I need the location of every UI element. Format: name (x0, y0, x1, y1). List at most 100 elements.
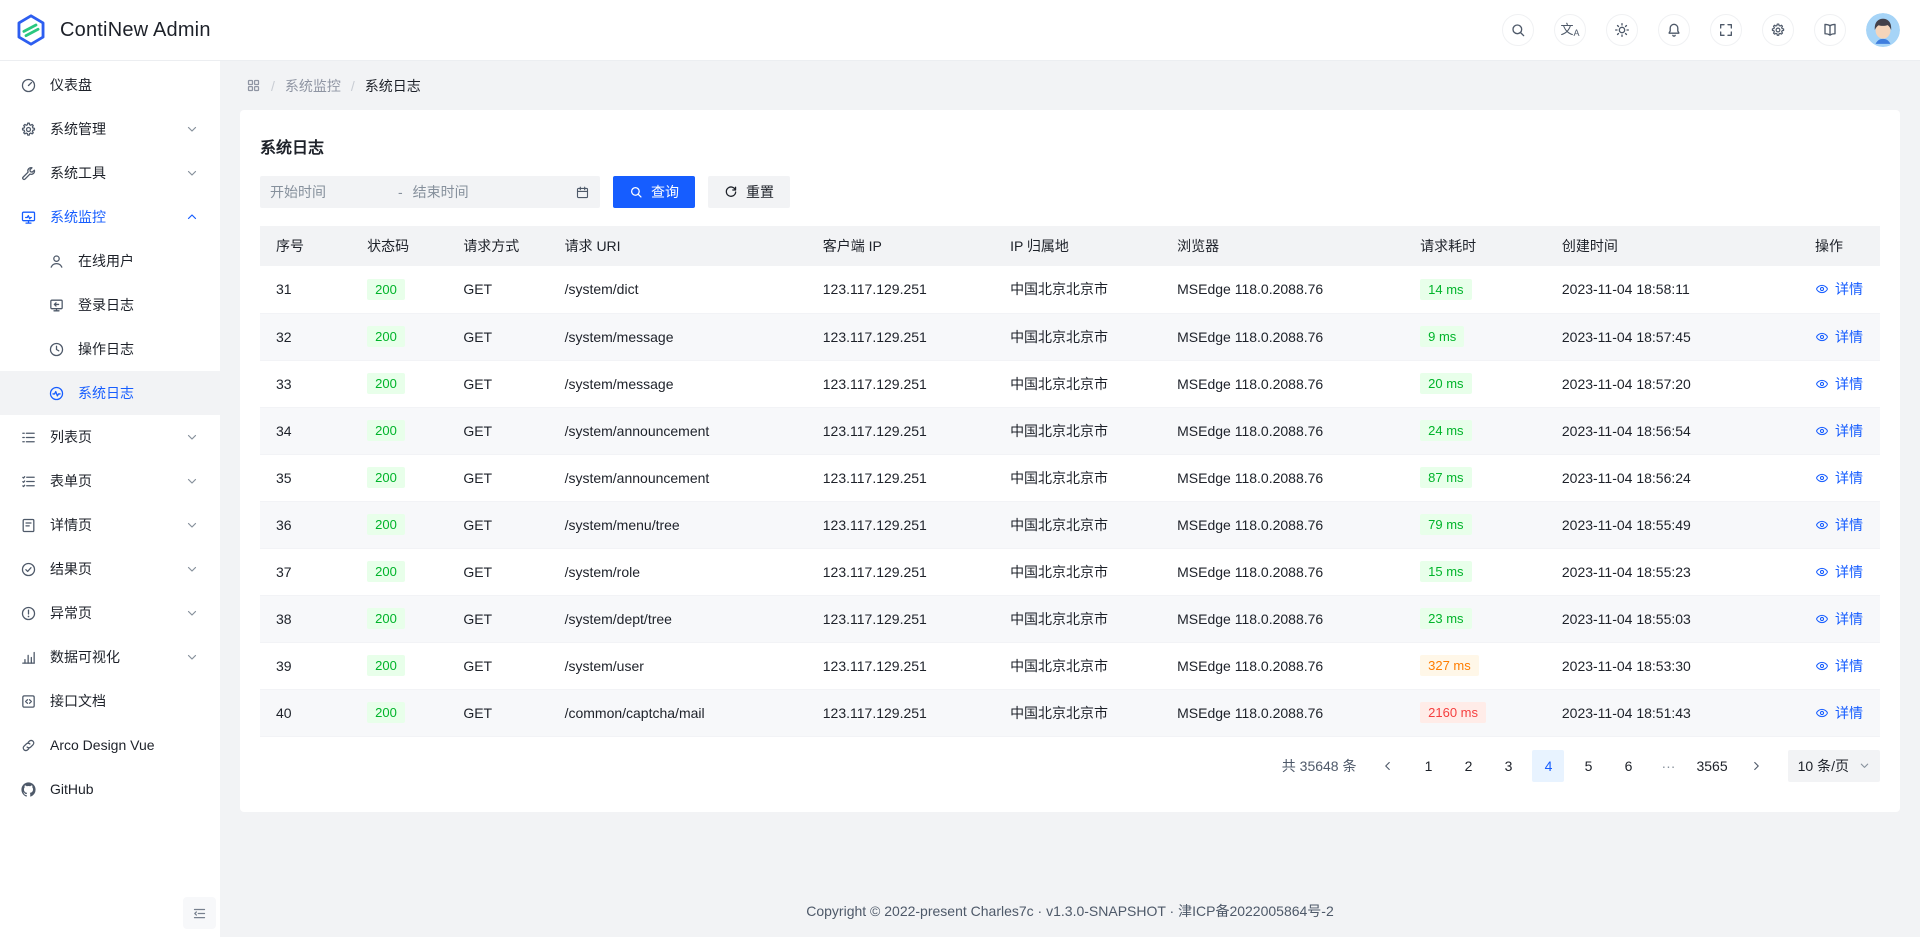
sidebar-item-login-log[interactable]: 登录日志 (0, 283, 220, 327)
pagination-page-1[interactable]: 1 (1412, 750, 1444, 782)
sidebar-item-system-monitor[interactable]: 系统监控 (0, 195, 220, 239)
cell-region: 中国北京北京市 (994, 313, 1161, 360)
cell-uri: /system/announcement (549, 454, 807, 501)
detail-link[interactable]: 详情 (1815, 279, 1863, 299)
elapsed-badge: 24 ms (1420, 420, 1471, 441)
sidebar-item-arco-design-vue[interactable]: Arco Design Vue (0, 723, 220, 767)
theme-toggle-button[interactable] (1606, 14, 1638, 46)
sidebar-item-form-page[interactable]: 表单页 (0, 459, 220, 503)
table-row: 37 200 GET /system/role 123.117.129.251 … (260, 548, 1880, 595)
breadcrumb-separator: / (271, 78, 275, 94)
start-time-input[interactable] (270, 184, 388, 200)
sidebar-item-system-management[interactable]: 系统管理 (0, 107, 220, 151)
pagination-page-5[interactable]: 5 (1572, 750, 1604, 782)
range-separator: - (392, 184, 409, 200)
cell-ip: 123.117.129.251 (807, 689, 994, 736)
sidebar-item-system-log[interactable]: 系统日志 (0, 371, 220, 415)
notifications-button[interactable] (1658, 14, 1690, 46)
sidebar-item-label: GitHub (50, 781, 94, 797)
date-range-picker[interactable]: - (260, 176, 600, 208)
logo-area[interactable]: ContiNew Admin (14, 13, 211, 47)
cell-uri: /common/captcha/mail (549, 689, 807, 736)
settings-button[interactable] (1762, 14, 1794, 46)
sidebar-item-label: 操作日志 (78, 339, 134, 359)
bell-icon (1666, 22, 1682, 38)
sidebar-item-list-page[interactable]: 列表页 (0, 415, 220, 459)
cell-created: 2023-11-04 18:58:11 (1546, 266, 1799, 313)
end-time-input[interactable] (413, 184, 531, 200)
apps-grid-icon[interactable] (246, 78, 261, 93)
calendar-icon (575, 185, 590, 200)
check-circle-icon (20, 561, 37, 578)
col-header-uri: 请求 URI (549, 226, 807, 266)
status-badge: 200 (367, 279, 405, 300)
cell-region: 中国北京北京市 (994, 407, 1161, 454)
detail-link[interactable]: 详情 (1815, 656, 1863, 676)
status-badge: 200 (367, 702, 405, 723)
detail-link-label: 详情 (1835, 562, 1863, 582)
detail-link[interactable]: 详情 (1815, 703, 1863, 723)
reset-button[interactable]: 重置 (708, 176, 790, 208)
status-badge: 200 (367, 373, 405, 394)
pagination-prev-button[interactable] (1372, 750, 1404, 782)
detail-link[interactable]: 详情 (1815, 374, 1863, 394)
sidebar-item-dashboard[interactable]: 仪表盘 (0, 63, 220, 107)
docs-button[interactable] (1814, 14, 1846, 46)
sidebar-item-system-tools[interactable]: 系统工具 (0, 151, 220, 195)
sidebar-item-result-page[interactable]: 结果页 (0, 547, 220, 591)
sidebar-item-data-visualization[interactable]: 数据可视化 (0, 635, 220, 679)
pagination-page-4-active[interactable]: 4 (1532, 750, 1564, 782)
pagination-page-3[interactable]: 3 (1492, 750, 1524, 782)
cell-browser: MSEdge 118.0.2088.76 (1161, 360, 1404, 407)
eye-icon (1815, 565, 1829, 579)
col-header-actions: 操作 (1799, 226, 1880, 266)
col-header-elapsed: 请求耗时 (1404, 226, 1546, 266)
detail-link[interactable]: 详情 (1815, 421, 1863, 441)
translate-button[interactable]: 文A (1554, 14, 1586, 46)
chevron-down-icon (186, 123, 198, 135)
sidebar-item-operation-log[interactable]: 操作日志 (0, 327, 220, 371)
detail-link[interactable]: 详情 (1815, 468, 1863, 488)
search-button[interactable] (1502, 14, 1534, 46)
page-title: 系统日志 (260, 134, 1880, 158)
sidebar-item-exception-page[interactable]: 异常页 (0, 591, 220, 635)
cell-method: GET (447, 689, 548, 736)
detail-link-label: 详情 (1835, 515, 1863, 535)
detail-link-label: 详情 (1835, 374, 1863, 394)
cell-browser: MSEdge 118.0.2088.76 (1161, 407, 1404, 454)
sidebar-item-label: 在线用户 (78, 251, 134, 271)
sidebar-item-api-docs[interactable]: 接口文档 (0, 679, 220, 723)
pagination-page-3565[interactable]: 3565 (1692, 750, 1731, 782)
status-badge: 200 (367, 467, 405, 488)
detail-link[interactable]: 详情 (1815, 515, 1863, 535)
pagination-next-button[interactable] (1740, 750, 1772, 782)
cell-ip: 123.117.129.251 (807, 360, 994, 407)
cell-ip: 123.117.129.251 (807, 642, 994, 689)
pagination-page-6[interactable]: 6 (1612, 750, 1644, 782)
elapsed-badge: 20 ms (1420, 373, 1471, 394)
sidebar-collapse-button[interactable] (183, 897, 216, 929)
fullscreen-button[interactable] (1710, 14, 1742, 46)
pagination-page-2[interactable]: 2 (1452, 750, 1484, 782)
sidebar-item-detail-page[interactable]: 详情页 (0, 503, 220, 547)
detail-link[interactable]: 详情 (1815, 609, 1863, 629)
search-button[interactable]: 查询 (613, 176, 695, 208)
table-row: 32 200 GET /system/message 123.117.129.2… (260, 313, 1880, 360)
breadcrumb: / 系统监控 / 系统日志 (220, 61, 1920, 110)
document-icon (20, 517, 37, 534)
chevron-down-icon (186, 167, 198, 179)
breadcrumb-separator: / (351, 78, 355, 94)
table-row: 39 200 GET /system/user 123.117.129.251 … (260, 642, 1880, 689)
link-icon (20, 737, 37, 754)
detail-link[interactable]: 详情 (1815, 327, 1863, 347)
breadcrumb-item-system-monitor[interactable]: 系统监控 (285, 76, 341, 96)
sidebar-item-github[interactable]: GitHub (0, 767, 220, 811)
elapsed-badge: 23 ms (1420, 608, 1471, 629)
sidebar-item-online-users[interactable]: 在线用户 (0, 239, 220, 283)
page-size-select[interactable]: 10 条/页 (1788, 750, 1880, 782)
detail-link[interactable]: 详情 (1815, 562, 1863, 582)
chevron-down-icon (186, 431, 198, 443)
user-avatar[interactable] (1866, 13, 1900, 47)
table-row: 38 200 GET /system/dept/tree 123.117.129… (260, 595, 1880, 642)
sidebar-item-label: 系统监控 (50, 207, 106, 227)
